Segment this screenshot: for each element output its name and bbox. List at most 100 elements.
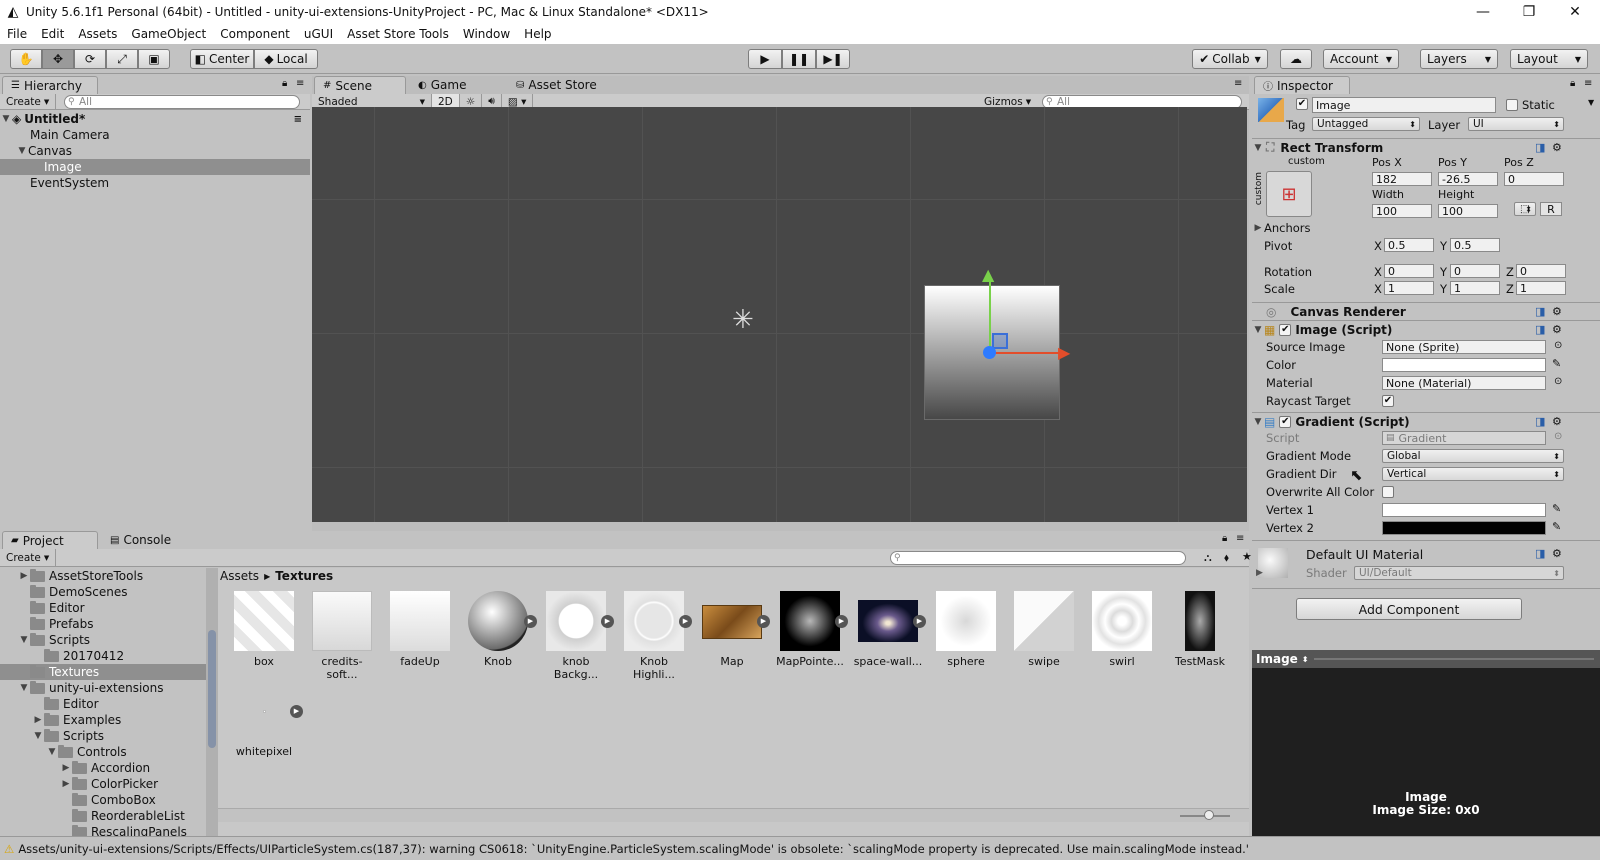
- hierarchy-item-image[interactable]: Image: [0, 159, 310, 175]
- expand-triangle-icon[interactable]: ▼: [46, 747, 58, 757]
- expand-triangle-icon[interactable]: ▶: [60, 779, 72, 789]
- pivot-point-icon[interactable]: [983, 346, 996, 359]
- play-icon[interactable]: ▶: [748, 49, 782, 69]
- expand-sprite-icon[interactable]: ▶: [835, 615, 848, 628]
- expand-triangle-icon[interactable]: ▼: [18, 683, 30, 693]
- tab-scene[interactable]: # Scene: [314, 76, 406, 94]
- slider-thumb[interactable]: [1204, 810, 1214, 820]
- expand-sprite-icon[interactable]: ▶: [757, 615, 770, 628]
- asset-item[interactable]: swirl: [1086, 591, 1158, 668]
- add-component-button[interactable]: Add Component: [1296, 598, 1522, 620]
- tab-project[interactable]: ▰ Project: [2, 531, 98, 549]
- tree-item[interactable]: RescalingPanels: [0, 824, 206, 836]
- asset-item[interactable]: Knob: [462, 591, 534, 668]
- eyedropper-icon[interactable]: ✎: [1552, 357, 1561, 370]
- tree-item[interactable]: Editor: [0, 600, 206, 616]
- hierarchy-item-eventsystem[interactable]: EventSystem: [0, 175, 310, 191]
- image-script-header[interactable]: ▼ ▦ ✔ Image (Script) ◨ ⚙: [1252, 320, 1600, 338]
- status-bar[interactable]: ⚠ Assets/unity-ui-extensions/Scripts/Eff…: [0, 836, 1600, 860]
- scale-y-field[interactable]: 1: [1450, 281, 1500, 295]
- step-icon[interactable]: ▶❚: [816, 49, 850, 69]
- menu-file[interactable]: File: [0, 27, 34, 41]
- help-icon[interactable]: ◨: [1535, 141, 1545, 154]
- hand-tool-icon[interactable]: ✋: [10, 49, 42, 69]
- preview-dropdown-icon[interactable]: ⬍: [1302, 655, 1309, 664]
- tag-dropdown[interactable]: Untagged: [1312, 117, 1420, 131]
- minimize-icon[interactable]: —: [1460, 0, 1506, 24]
- tree-item[interactable]: ComboBox: [0, 792, 206, 808]
- help-icon[interactable]: ◨: [1535, 547, 1545, 560]
- gradient-script-header[interactable]: ▼ ▤ ✔ Gradient (Script) ◨ ⚙: [1252, 412, 1600, 430]
- scene-row[interactable]: ▼ ◈ Untitled* ≡: [0, 111, 310, 127]
- asset-item[interactable]: space-wall...: [852, 591, 924, 668]
- asset-item[interactable]: Map: [696, 591, 768, 668]
- panel-menu-icon[interactable]: ≡: [1584, 78, 1592, 89]
- breadcrumb-assets[interactable]: Assets: [220, 569, 259, 583]
- help-icon[interactable]: ◨: [1535, 323, 1545, 336]
- pivot-local-button[interactable]: ◆ Local: [254, 49, 318, 69]
- preview-header[interactable]: Image ⬍: [1252, 650, 1600, 668]
- filter-by-label-icon[interactable]: ⬧: [1224, 551, 1229, 565]
- tree-item[interactable]: ▼ Controls: [0, 744, 206, 760]
- scale-z-field[interactable]: 1: [1516, 281, 1566, 295]
- collapse-triangle-icon[interactable]: ▼: [1252, 143, 1264, 153]
- gear-icon[interactable]: ⚙: [1552, 323, 1562, 336]
- raw-edit-button[interactable]: R: [1540, 202, 1562, 216]
- expand-triangle-icon[interactable]: ▼: [16, 146, 28, 156]
- pivot-y-field[interactable]: 0.5: [1450, 238, 1500, 252]
- expand-triangle-icon[interactable]: ▼: [0, 114, 12, 124]
- object-picker-icon[interactable]: ⊙: [1554, 376, 1562, 387]
- asset-item[interactable]: fadeUp: [384, 591, 456, 668]
- menu-help[interactable]: Help: [517, 27, 558, 41]
- hierarchy-create-button[interactable]: Create ▼: [0, 93, 57, 110]
- vertex2-color-swatch[interactable]: [1382, 521, 1546, 535]
- tab-console[interactable]: ▤ Console: [102, 531, 198, 549]
- object-picker-icon[interactable]: ⊙: [1554, 340, 1562, 351]
- eyedropper-icon[interactable]: ✎: [1552, 502, 1561, 515]
- tree-scrollbar-thumb[interactable]: [208, 630, 216, 748]
- restore-icon[interactable]: ❐: [1506, 0, 1552, 24]
- layers-dropdown[interactable]: Layers ▼: [1420, 49, 1498, 69]
- anchors-row[interactable]: ▶ Anchors: [1252, 219, 1600, 237]
- pivot-center-button[interactable]: ◧ Center: [190, 49, 254, 69]
- panel-menu-icon[interactable]: ≡: [1236, 533, 1244, 544]
- expand-sprite-icon[interactable]: ▶: [913, 615, 926, 628]
- expand-triangle-icon[interactable]: ▶: [18, 571, 30, 581]
- breadcrumb-textures[interactable]: Textures: [275, 569, 333, 583]
- posx-field[interactable]: 182: [1372, 172, 1432, 186]
- height-field[interactable]: 100: [1438, 204, 1498, 218]
- expand-sprite-icon[interactable]: ▶: [679, 615, 692, 628]
- help-icon[interactable]: ◨: [1535, 415, 1545, 428]
- panel-menu-icon[interactable]: ≡: [296, 78, 304, 89]
- chevron-down-icon[interactable]: ▼: [1588, 98, 1594, 107]
- pause-icon[interactable]: ❚❚: [782, 49, 816, 69]
- hierarchy-item-canvas[interactable]: ▼ Canvas: [0, 143, 310, 159]
- account-dropdown[interactable]: Account ▼: [1323, 49, 1399, 69]
- move-handle-x[interactable]: [990, 352, 1062, 354]
- tree-item[interactable]: Textures: [0, 664, 206, 680]
- tree-item[interactable]: ▶ Examples: [0, 712, 206, 728]
- favorite-star-icon[interactable]: ★: [1242, 550, 1252, 563]
- lock-icon[interactable]: 🔒︎: [282, 78, 287, 89]
- hierarchy-item-main-camera[interactable]: Main Camera: [0, 127, 310, 143]
- source-image-field[interactable]: None (Sprite): [1382, 340, 1546, 354]
- lock-icon[interactable]: 🔒︎: [1570, 78, 1575, 89]
- gear-icon[interactable]: ⚙: [1552, 141, 1562, 154]
- overwrite-checkbox[interactable]: [1382, 486, 1394, 498]
- asset-item[interactable]: box: [228, 591, 300, 668]
- rot-z-field[interactable]: 0: [1516, 264, 1566, 278]
- menu-gameobject[interactable]: GameObject: [124, 27, 213, 41]
- tree-item[interactable]: Editor: [0, 696, 206, 712]
- scale-tool-icon[interactable]: ⤢: [106, 49, 138, 69]
- posz-field[interactable]: 0: [1504, 172, 1564, 186]
- project-search-input[interactable]: ⚲: [890, 551, 1186, 565]
- asset-item[interactable]: sphere: [930, 591, 1002, 668]
- expand-triangle-icon[interactable]: ▶: [1256, 568, 1263, 578]
- scale-x-field[interactable]: 1: [1384, 281, 1434, 295]
- rot-x-field[interactable]: 0: [1384, 264, 1434, 278]
- menu-ugui[interactable]: uGUI: [297, 27, 340, 41]
- static-checkbox[interactable]: [1506, 99, 1518, 111]
- panel-menu-icon[interactable]: ≡: [1234, 78, 1242, 89]
- move-handle-plane[interactable]: [992, 333, 1008, 349]
- expand-triangle-icon[interactable]: ▶: [1252, 223, 1264, 233]
